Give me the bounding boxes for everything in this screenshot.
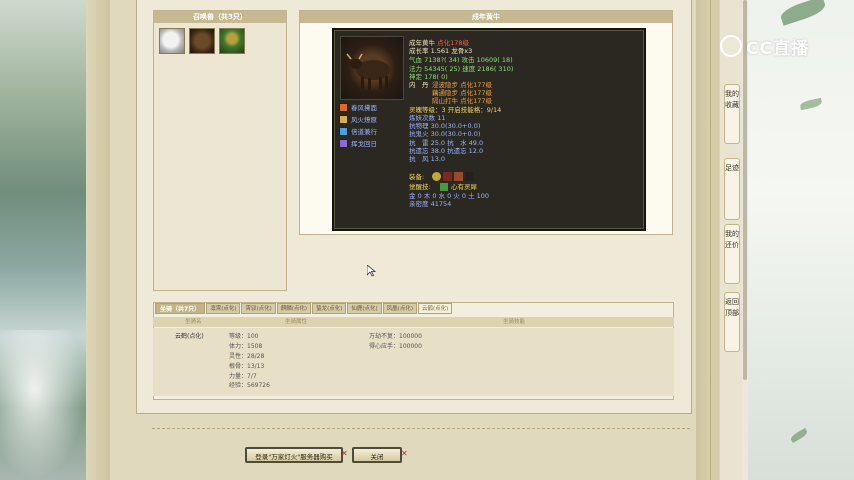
- nav-my-counteroffers[interactable]: 我的还价: [724, 224, 740, 284]
- mount-tabs: 坐骑（共7只） 凛霄(点化) 霄驭(点化) 麒麟(点化) 蛰龙(点化) 仙鹿(点…: [155, 303, 453, 314]
- equip-label: 装备:: [409, 173, 425, 181]
- skill-label: 春风拂面: [351, 104, 377, 112]
- summon-name: 成年黄牛: [409, 39, 435, 47]
- equip-orb-icon[interactable]: [432, 172, 441, 181]
- ox-silhouette-icon: [346, 53, 390, 90]
- ox-portrait: [340, 36, 404, 100]
- skill-spear-icon: [339, 138, 348, 148]
- resist-5: 抗 风 13.0: [409, 155, 446, 163]
- skill-item[interactable]: 风火燎原: [339, 114, 377, 124]
- login-server-buy-button[interactable]: 登录"万家灯火"服务器购买: [245, 447, 343, 463]
- mount-attr: 体力：1508: [229, 343, 263, 350]
- header-mount-attrs: 坐骑属性: [285, 319, 308, 325]
- mount-skill-name: 万劫不复：: [369, 333, 400, 340]
- summon-thumb-white-beast[interactable]: [159, 28, 185, 54]
- equip-helm-icon[interactable]: [454, 172, 463, 181]
- mount-tab[interactable]: 仙鹿(点化): [347, 303, 382, 314]
- mount-skill-name: 得心应手：: [369, 343, 400, 350]
- close-icon[interactable]: ✕: [401, 449, 408, 458]
- summon-thumb-green-monk[interactable]: [219, 28, 245, 54]
- resist-2: 抗鬼火 30.0(30.0+0.0): [409, 130, 481, 138]
- mount-attr: 根骨：13/13: [229, 363, 265, 370]
- mount-tab[interactable]: 蛰龙(点化): [312, 303, 347, 314]
- left-mist-decoration: [0, 330, 86, 480]
- skill-label: 风火燎原: [351, 116, 377, 124]
- nav-back-to-top[interactable]: 返回顶部: [724, 292, 740, 352]
- intimacy: 亲密度 41754: [409, 200, 452, 208]
- summon-level-tag: 点化178级: [437, 39, 469, 47]
- divider: [152, 428, 690, 429]
- hp-attack-stats: 气血 7138?( 34) 攻击 10609( 18): [409, 56, 513, 64]
- detail-panel-title: 成年黄牛: [300, 11, 672, 23]
- mount-attr: 经验：569726: [229, 382, 270, 389]
- header-mount-skills: 坐骑技能: [503, 319, 526, 325]
- equip-claw-icon[interactable]: [443, 172, 452, 181]
- mount-name: 云鹤(点化): [175, 333, 204, 340]
- summon-list-panel: 召唤兽（共3只）: [153, 10, 287, 291]
- equip-slots: [432, 172, 474, 181]
- summon-panel-title: 召唤兽（共3只）: [154, 11, 286, 23]
- skill-wind-icon: [339, 114, 348, 124]
- cc-logo-icon: [720, 35, 742, 57]
- skill-fire-icon: [339, 102, 348, 112]
- inner-dan-3: 隔山打牛 点化177级: [432, 97, 492, 105]
- summon-thumbnails: [154, 23, 286, 54]
- growth-rate: 成长率 1.561 龙骨x3: [409, 47, 473, 55]
- skill-item[interactable]: 挥戈回日: [339, 138, 377, 148]
- mount-tab[interactable]: 凤凰(点化): [382, 303, 417, 314]
- nav-footprints[interactable]: 足迹: [724, 158, 740, 220]
- mount-tab-active[interactable]: 云鹤(点化): [417, 303, 453, 314]
- right-scenery-background: [748, 0, 854, 480]
- mount-skill-value: 100000: [399, 333, 422, 340]
- mount-tab[interactable]: 麒麟(点化): [276, 303, 312, 314]
- mount-skill-value: 100000: [399, 343, 422, 350]
- mount-tab-all[interactable]: 坐骑（共7只）: [155, 303, 206, 314]
- awake-label: 觉醒技:: [409, 183, 431, 191]
- frame-left-border: [86, 0, 110, 480]
- skill-label: 倍道兼行: [351, 128, 377, 136]
- close-button[interactable]: 关闭: [352, 447, 402, 463]
- mount-attr: 灵性：28/28: [229, 353, 265, 360]
- skill-label: 挥戈回日: [351, 140, 377, 148]
- awake-skill: 心有灵犀: [451, 183, 477, 191]
- cc-logo-text: CC直播: [746, 38, 809, 59]
- cc-live-logo: CC直播: [720, 33, 832, 59]
- inner-dan-label: 内 丹: [409, 81, 429, 89]
- summon-thumb-ox[interactable]: [189, 28, 215, 54]
- mount-tab[interactable]: 凛霄(点化): [206, 303, 241, 314]
- mount-attr: 等级：100: [229, 333, 259, 340]
- mount-tab[interactable]: 霄驭(点化): [241, 303, 276, 314]
- cursor-arrow-icon: [366, 264, 377, 277]
- mount-table-header: 坐骑名 坐骑属性 坐骑技能: [153, 317, 674, 327]
- skill-item[interactable]: 倍道兼行: [339, 126, 377, 136]
- header-mount-name: 坐骑名: [185, 319, 202, 325]
- nav-my-favorites[interactable]: 我的收藏: [724, 84, 740, 144]
- frame-edge: [710, 0, 719, 480]
- equip-empty-slot[interactable]: [465, 172, 474, 181]
- skill-item[interactable]: 春风拂面: [339, 102, 377, 112]
- skill-speed-icon: [339, 126, 348, 136]
- close-icon[interactable]: ✕: [341, 449, 348, 458]
- table-row[interactable]: 云鹤(点化) 等级：100 体力：1508 灵性：28/28 根骨：13/13 …: [153, 328, 674, 396]
- awake-skill-icon[interactable]: [440, 183, 448, 191]
